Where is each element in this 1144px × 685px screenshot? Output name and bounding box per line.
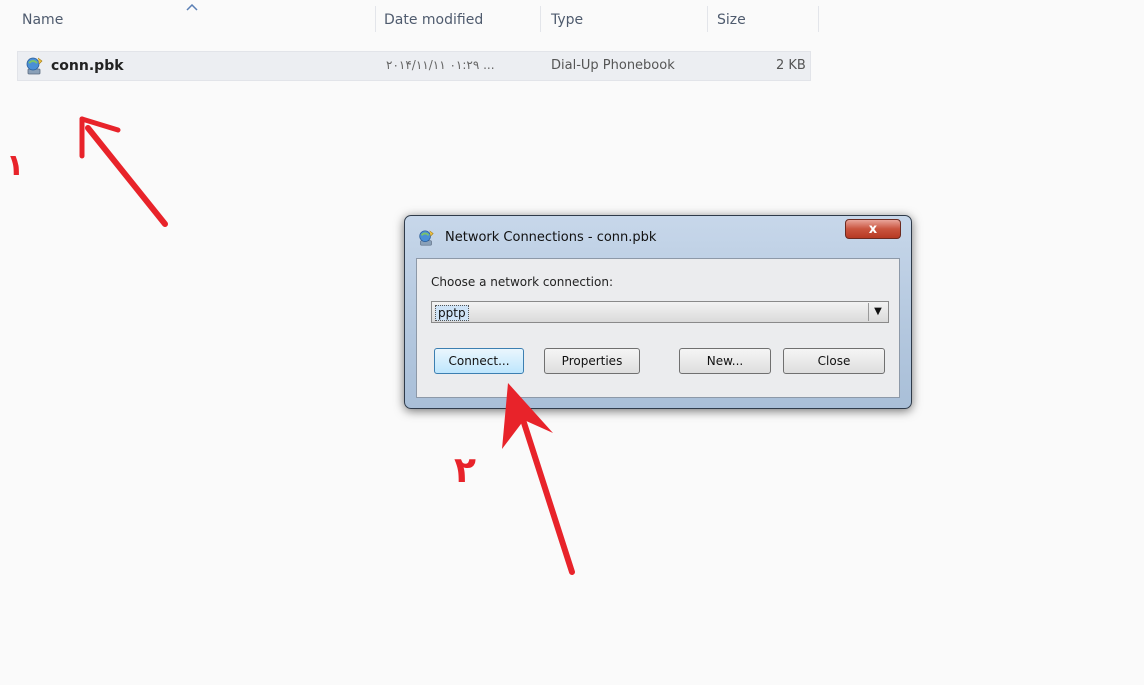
annotation-arrow-1 <box>79 116 168 227</box>
annotation-arrow-2 <box>502 383 575 575</box>
annotation-layer <box>79 116 575 575</box>
annotation-step-1: ۱ <box>6 148 25 183</box>
annotation-step-2: ۲ <box>454 450 476 491</box>
